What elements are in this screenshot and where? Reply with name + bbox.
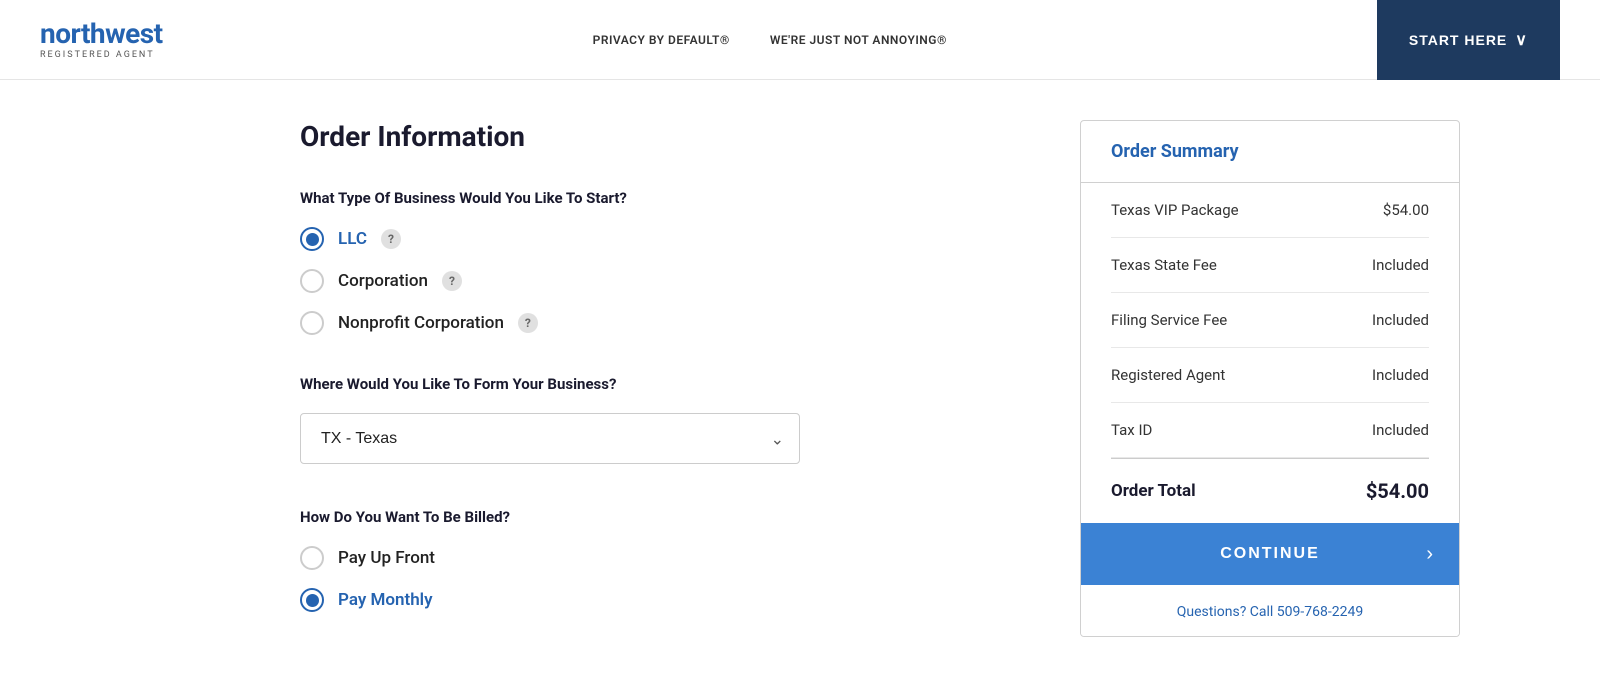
logo-subtitle: REGISTERED AGENT xyxy=(40,50,163,60)
total-label: Order Total xyxy=(1111,481,1196,501)
summary-total-row: Order Total $54.00 xyxy=(1111,458,1429,523)
state-fee-label: Texas State Fee xyxy=(1111,256,1217,274)
annoying-link[interactable]: WE'RE JUST NOT ANNOYING® xyxy=(770,33,947,47)
upfront-label: Pay Up Front xyxy=(338,548,435,568)
registered-agent-label: Registered Agent xyxy=(1111,366,1225,384)
corporation-radio[interactable] xyxy=(300,269,324,293)
state-select[interactable]: TX - Texas CA - California NY - New York… xyxy=(300,413,800,464)
call-link[interactable]: Questions? Call 509-768-2249 xyxy=(1177,604,1363,620)
start-here-button[interactable]: START HERE ∨ xyxy=(1377,0,1560,80)
nonprofit-option[interactable]: Nonprofit Corporation ? xyxy=(300,311,1000,335)
logo-west-part: west xyxy=(105,17,163,50)
upfront-radio[interactable] xyxy=(300,546,324,570)
business-type-group: LLC ? Corporation ? Nonprofit Corporatio… xyxy=(300,227,1000,335)
monthly-option[interactable]: Pay Monthly xyxy=(300,588,1000,612)
page-title: Order Information xyxy=(300,120,1000,153)
logo-text: northwest xyxy=(40,20,163,48)
logo-northwest-part: north xyxy=(40,17,105,50)
nonprofit-label: Nonprofit Corporation xyxy=(338,313,504,333)
state-select-wrapper: TX - Texas CA - California NY - New York… xyxy=(300,413,800,464)
corporation-label: Corporation xyxy=(338,271,428,291)
summary-row-filing-fee: Filing Service Fee Included xyxy=(1111,293,1429,348)
corporation-help-icon[interactable]: ? xyxy=(442,271,462,291)
header: northwest REGISTERED AGENT PRIVACY BY DE… xyxy=(0,0,1600,80)
form-section: Order Information What Type Of Business … xyxy=(300,120,1000,612)
tax-id-value: Included xyxy=(1372,421,1429,439)
continue-label: CONTINUE xyxy=(1220,545,1320,563)
summary-header: Order Summary xyxy=(1081,121,1459,183)
tax-id-label: Tax ID xyxy=(1111,421,1152,439)
start-here-label: START HERE xyxy=(1409,32,1507,48)
continue-arrow-icon: › xyxy=(1426,543,1435,566)
summary-footer: Questions? Call 509-768-2249 xyxy=(1081,585,1459,636)
summary-row-state-fee: Texas State Fee Included xyxy=(1111,238,1429,293)
llc-option[interactable]: LLC ? xyxy=(300,227,1000,251)
total-value: $54.00 xyxy=(1366,479,1429,503)
summary-row-tax-id: Tax ID Included xyxy=(1111,403,1429,458)
llc-help-icon[interactable]: ? xyxy=(381,229,401,249)
registered-agent-value: Included xyxy=(1372,366,1429,384)
state-question: Where Would You Like To Form Your Busine… xyxy=(300,375,1000,393)
vip-label: Texas VIP Package xyxy=(1111,201,1239,219)
chevron-down-icon: ∨ xyxy=(1515,30,1528,50)
billing-question: How Do You Want To Be Billed? xyxy=(300,508,1000,526)
order-summary: Order Summary Texas VIP Package $54.00 T… xyxy=(1080,120,1460,637)
monthly-label: Pay Monthly xyxy=(338,590,433,610)
billing-radio-group: Pay Up Front Pay Monthly xyxy=(300,546,1000,612)
main-content: Order Information What Type Of Business … xyxy=(100,80,1500,677)
upfront-option[interactable]: Pay Up Front xyxy=(300,546,1000,570)
state-fee-value: Included xyxy=(1372,256,1429,274)
logo: northwest REGISTERED AGENT xyxy=(40,20,163,60)
summary-row-vip: Texas VIP Package $54.00 xyxy=(1111,183,1429,238)
llc-radio[interactable] xyxy=(300,227,324,251)
privacy-link[interactable]: PRIVACY BY DEFAULT® xyxy=(593,33,730,47)
corporation-option[interactable]: Corporation ? xyxy=(300,269,1000,293)
vip-value: $54.00 xyxy=(1383,201,1429,219)
filing-fee-label: Filing Service Fee xyxy=(1111,311,1227,329)
nonprofit-radio[interactable] xyxy=(300,311,324,335)
continue-button[interactable]: CONTINUE › xyxy=(1081,523,1459,585)
summary-title: Order Summary xyxy=(1111,141,1429,162)
summary-row-registered-agent: Registered Agent Included xyxy=(1111,348,1429,403)
filing-fee-value: Included xyxy=(1372,311,1429,329)
header-nav: PRIVACY BY DEFAULT® WE'RE JUST NOT ANNOY… xyxy=(593,33,947,47)
summary-items: Texas VIP Package $54.00 Texas State Fee… xyxy=(1081,183,1459,523)
monthly-radio[interactable] xyxy=(300,588,324,612)
business-type-question: What Type Of Business Would You Like To … xyxy=(300,189,1000,207)
nonprofit-help-icon[interactable]: ? xyxy=(518,313,538,333)
llc-label: LLC xyxy=(338,229,367,249)
